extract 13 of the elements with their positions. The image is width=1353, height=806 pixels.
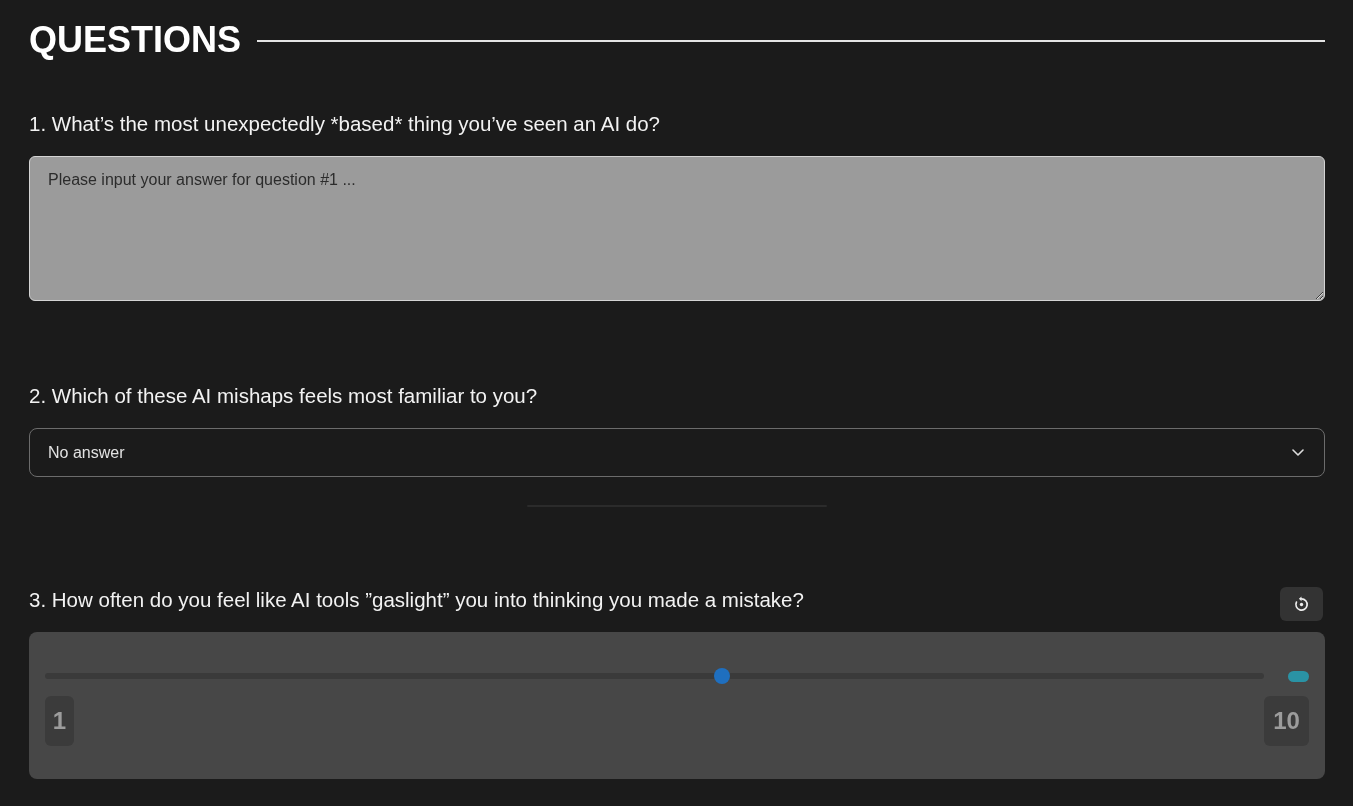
- max-value-label: 10: [1264, 696, 1309, 746]
- section-heading: QUESTIONS: [29, 18, 242, 62]
- slider-handle[interactable]: [713, 668, 730, 684]
- question-text: 3. How often do you feel like AI tools ”gaslight” you into thinking you made a mistake?: [29, 588, 804, 612]
- chevron-down-icon: [1292, 449, 1304, 456]
- pill-icon: [1288, 670, 1309, 682]
- reset-button[interactable]: [1280, 587, 1323, 621]
- reset-icon: [1294, 596, 1309, 612]
- answer-dropdown[interactable]: No answer: [29, 428, 1325, 477]
- question-text: 2. Which of these AI mishaps feels most familiar to you?: [29, 384, 539, 408]
- min-value-label: 1: [45, 696, 74, 746]
- answer-textarea[interactable]: Please input your answer for question #1 ...: [29, 156, 1325, 301]
- question-text: 1. What’s the most unexpectedly *based* thing you’ve seen an AI do?: [29, 112, 661, 136]
